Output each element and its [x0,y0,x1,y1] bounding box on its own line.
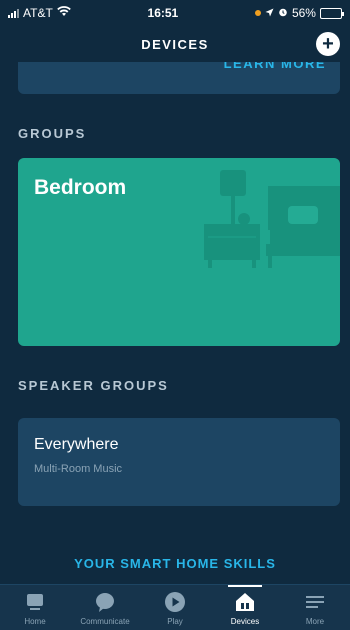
learn-more-link[interactable]: LEARN MORE [224,62,326,71]
chat-bubble-icon [93,590,117,614]
carrier-label: AT&T [23,6,53,20]
alarm-icon [278,6,288,20]
signal-icon [8,8,19,18]
status-right: 56% [254,6,344,20]
speaker-group-card-everywhere[interactable]: Everywhere Multi-Room Music [18,418,340,506]
battery-percent: 56% [291,6,316,20]
status-bar: AT&T 16:51 56% [0,0,350,26]
tab-more[interactable]: More [280,585,350,630]
tab-devices[interactable]: Devices [210,585,280,630]
tab-home[interactable]: Home [0,585,70,630]
location-arrow-icon [265,6,274,20]
devices-house-icon [233,590,257,614]
header: DEVICES + [0,26,350,62]
recording-dot-icon [254,10,261,16]
add-device-button[interactable]: + [316,32,340,56]
page-title: DEVICES [141,36,209,52]
tab-label: Devices [230,617,260,626]
battery-icon [319,7,344,19]
tab-label: More [305,617,325,626]
play-icon [163,590,187,614]
info-card: LEARN MORE [18,62,340,94]
speaker-group-subtitle: Multi-Room Music [34,463,123,475]
plus-icon: + [322,33,334,55]
tab-play[interactable]: Play [140,585,210,630]
group-card-bedroom[interactable]: Bedroom [18,158,340,346]
wifi-icon [56,6,71,20]
home-icon [23,590,47,614]
tab-label: Home [24,617,46,626]
tab-label: Communicate [80,617,130,626]
smart-home-skills-link[interactable]: YOUR SMART HOME SKILLS [0,556,350,571]
menu-lines-icon [303,590,327,614]
tab-label: Play [167,617,183,626]
speaker-groups-heading: SPEAKER GROUPS [18,378,169,393]
bedroom-illustration [204,170,340,268]
tab-communicate[interactable]: Communicate [70,585,140,630]
clock: 16:51 [147,6,179,20]
speaker-group-name: Everywhere [34,436,119,453]
bottom-tab-bar: Home Communicate Play Devices More [0,584,350,630]
group-name: Bedroom [34,176,127,199]
groups-heading: GROUPS [18,126,87,141]
status-left: AT&T [8,6,71,20]
